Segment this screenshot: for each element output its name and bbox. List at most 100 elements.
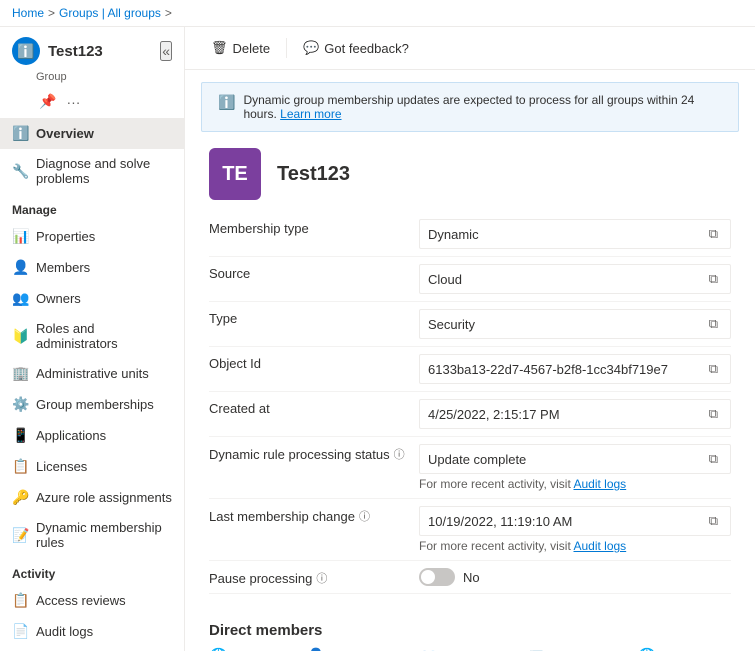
- group-name: Test123: [277, 163, 350, 186]
- azure-role-icon: 🔑: [12, 489, 28, 506]
- sidebar-item-dynamic-rules[interactable]: 📝 Dynamic membership rules: [0, 513, 184, 557]
- prop-value-source: Cloud ⧉: [419, 264, 731, 294]
- banner-info-icon: ℹ️: [218, 94, 235, 111]
- sidebar-item-label-roles: Roles and administrators: [36, 321, 172, 351]
- sidebar-item-overview[interactable]: ℹ️ Overview: [0, 118, 184, 149]
- roles-icon: 🔰: [12, 328, 28, 345]
- feedback-button[interactable]: 💬 Got feedback?: [293, 35, 419, 61]
- sidebar-actions: 📌 ···: [0, 89, 184, 118]
- sidebar-item-audit-logs[interactable]: 📄 Audit logs: [0, 616, 184, 647]
- pause-info-icon: ⓘ: [316, 570, 327, 586]
- prop-box-dynamic-status: Update complete ⧉: [419, 444, 731, 474]
- breadcrumb-groups[interactable]: Groups | All groups: [59, 6, 161, 20]
- sidebar-item-label-audit-logs: Audit logs: [36, 624, 93, 639]
- sidebar-item-bulk-ops[interactable]: 🔰 Bulk operation results: [0, 647, 184, 651]
- group-avatar: TE: [209, 148, 261, 200]
- prop-label-dynamic-status: Dynamic rule processing status ⓘ: [209, 444, 419, 462]
- sidebar-item-label-dynamic-rules: Dynamic membership rules: [36, 520, 172, 550]
- total-icon: 🌐: [209, 647, 228, 651]
- banner-learn-more-link[interactable]: Learn more: [280, 107, 341, 121]
- copy-dynamic-status[interactable]: ⧉: [705, 449, 722, 469]
- feedback-icon: 💬: [303, 40, 319, 56]
- copy-created-at[interactable]: ⧉: [705, 404, 722, 424]
- delete-button[interactable]: 🗑 Delete: [201, 35, 280, 61]
- toolbar-separator: [286, 38, 287, 58]
- pause-toggle[interactable]: [419, 568, 455, 586]
- sidebar-section-activity: Activity: [0, 557, 184, 585]
- sidebar-item-applications[interactable]: 📱 Applications: [0, 420, 184, 451]
- prop-val-membership-type: Dynamic: [428, 227, 479, 242]
- sidebar-collapse-button[interactable]: «: [160, 41, 172, 61]
- copy-last-membership[interactable]: ⧉: [705, 511, 722, 531]
- direct-members-title: Direct members: [185, 610, 755, 647]
- sidebar-item-owners[interactable]: 👥 Owners: [0, 283, 184, 314]
- main-content: 🗑 Delete 💬 Got feedback? ℹ️ Dynamic grou…: [185, 27, 755, 651]
- sidebar-item-diagnose[interactable]: 🔧 Diagnose and solve problems: [0, 149, 184, 193]
- properties-icon: 📊: [12, 228, 28, 245]
- prop-label-type: Type: [209, 309, 419, 326]
- copy-source[interactable]: ⧉: [705, 269, 722, 289]
- sidebar-subtitle: Group: [0, 71, 184, 83]
- group-header: TE Test123: [185, 132, 755, 212]
- banner-text: Dynamic group membership updates are exp…: [243, 93, 722, 121]
- sidebar-item-label-owners: Owners: [36, 291, 81, 306]
- sidebar-item-label-azure-role: Azure role assignments: [36, 490, 172, 505]
- prop-col-last-membership: 10/19/2022, 11:19:10 AM ⧉ For more recen…: [419, 506, 731, 553]
- pin-button[interactable]: 📌: [36, 91, 59, 112]
- prop-label-last-membership: Last membership change ⓘ: [209, 506, 419, 524]
- sidebar-item-members[interactable]: 👤 Members: [0, 252, 184, 283]
- owners-icon: 👥: [12, 290, 28, 307]
- overview-icon: ℹ️: [12, 125, 28, 142]
- sidebar-section-manage: Manage: [0, 193, 184, 221]
- sidebar-item-properties[interactable]: 📊 Properties: [0, 221, 184, 252]
- members-stats: 🌐 687 Total 👤 687 User(s) 👥 0 Group(s) 💻…: [185, 647, 755, 651]
- prop-value-created-at: 4/25/2022, 2:15:17 PM ⧉: [419, 399, 731, 429]
- stat-users: 👤 687 User(s): [307, 647, 400, 651]
- sidebar-item-admin-units[interactable]: 🏢 Administrative units: [0, 358, 184, 389]
- prop-val-type: Security: [428, 317, 475, 332]
- stat-total: 🌐 687 Total: [209, 647, 287, 651]
- dynamic-status-info-icon: ⓘ: [394, 446, 405, 462]
- others-icon: 🌐: [638, 647, 657, 651]
- prop-label-membership-type: Membership type: [209, 219, 419, 236]
- prop-row-object-id: Object Id 6133ba13-22d7-4567-b2f8-1cc34b…: [209, 347, 731, 392]
- prop-label-created-at: Created at: [209, 399, 419, 416]
- last-membership-info-icon: ⓘ: [359, 508, 370, 524]
- audit-logs-link-1[interactable]: Audit logs: [573, 477, 626, 491]
- prop-value-dynamic-status: Update complete ⧉ For more recent activi…: [419, 444, 731, 491]
- sidebar-item-label-diagnose: Diagnose and solve problems: [36, 156, 172, 186]
- sidebar-item-label-admin-units: Administrative units: [36, 366, 149, 381]
- sidebar-avatar-icon: ℹ️: [17, 43, 34, 60]
- members-icon: 👤: [12, 259, 28, 276]
- sidebar-item-group-memberships[interactable]: ⚙️ Group memberships: [0, 389, 184, 420]
- groups-icon: 👥: [420, 647, 439, 651]
- stat-devices: 💻 0 Device(s): [527, 647, 618, 651]
- more-button[interactable]: ···: [63, 91, 83, 112]
- prop-val-object-id: 6133ba13-22d7-4567-b2f8-1cc34bf719e7: [428, 362, 668, 377]
- sidebar-item-azure-role[interactable]: 🔑 Azure role assignments: [0, 482, 184, 513]
- prop-value-type: Security ⧉: [419, 309, 731, 339]
- sidebar-item-label-licenses: Licenses: [36, 459, 87, 474]
- licenses-icon: 📋: [12, 458, 28, 475]
- audit-logs-link-2[interactable]: Audit logs: [573, 539, 626, 553]
- prop-note-last-membership: For more recent activity, visit Audit lo…: [419, 536, 731, 553]
- prop-label-object-id: Object Id: [209, 354, 419, 371]
- copy-type[interactable]: ⧉: [705, 314, 722, 334]
- copy-object-id[interactable]: ⧉: [705, 359, 722, 379]
- group-memberships-icon: ⚙️: [12, 396, 28, 413]
- sidebar-item-licenses[interactable]: 📋 Licenses: [0, 451, 184, 482]
- delete-label: Delete: [233, 41, 271, 56]
- breadcrumb-home[interactable]: Home: [12, 6, 44, 20]
- diagnose-icon: 🔧: [12, 163, 28, 180]
- prop-note-dynamic-status: For more recent activity, visit Audit lo…: [419, 474, 731, 491]
- feedback-label: Got feedback?: [324, 41, 409, 56]
- copy-membership-type[interactable]: ⧉: [705, 224, 722, 244]
- sidebar-item-roles[interactable]: 🔰 Roles and administrators: [0, 314, 184, 358]
- toggle-knob: [421, 570, 435, 584]
- sidebar-item-access-reviews[interactable]: 📋 Access reviews: [0, 585, 184, 616]
- sidebar-title: Test123: [48, 43, 152, 60]
- sidebar-item-label-properties: Properties: [36, 229, 95, 244]
- app-container: Home > Groups | All groups > ℹ️ Test123 …: [0, 0, 755, 651]
- sidebar-header: ℹ️ Test123 «: [0, 27, 184, 71]
- prop-val-source: Cloud: [428, 272, 462, 287]
